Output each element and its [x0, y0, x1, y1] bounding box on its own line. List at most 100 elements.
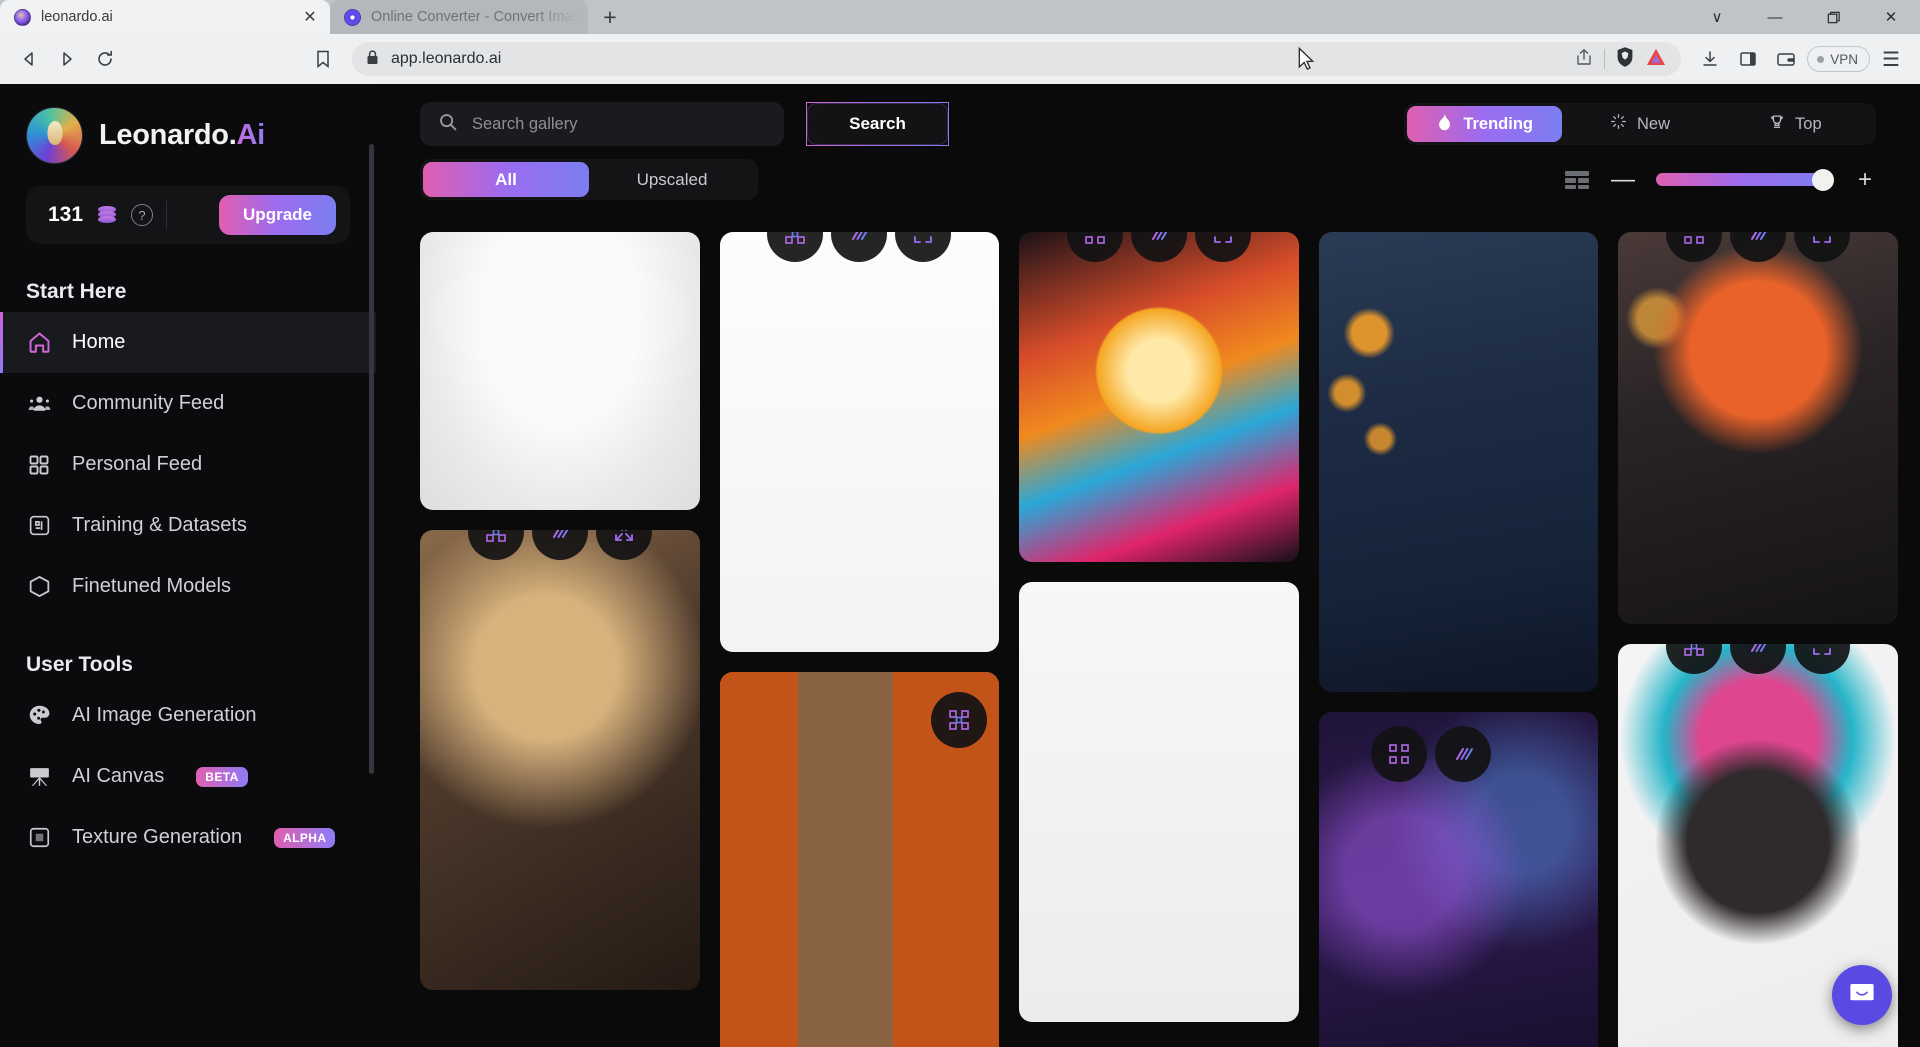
sidebar-item-home[interactable]: Home [0, 312, 376, 373]
leonardo-app: Leonardo.Ai 131 ? Upgrade Start Here Hom… [0, 84, 1920, 1047]
tab-new[interactable]: New [1562, 106, 1717, 142]
close-window-icon[interactable]: ✕ [1862, 0, 1920, 34]
upscale-pixels-icon[interactable] [767, 232, 823, 262]
address-bar[interactable]: app.leonardo.ai [352, 42, 1681, 76]
share-icon[interactable] [1574, 47, 1594, 72]
intercom-chat-button[interactable] [1832, 965, 1892, 1025]
sidebar-item-texture-generation[interactable]: Texture Generation ALPHA [0, 807, 376, 868]
gallery-column [1319, 232, 1599, 1047]
palette-icon [26, 703, 52, 729]
browser-tab-leonardo[interactable]: leonardo.ai ✕ [0, 0, 330, 34]
gallery-card-mystic-purple-forest[interactable] [1319, 712, 1599, 1047]
upscale-pixels-icon[interactable] [468, 530, 524, 560]
gallery-card-colorful-giraffe-sunset[interactable] [1019, 232, 1299, 562]
variations-lines-icon[interactable] [1131, 232, 1187, 262]
wallet-icon[interactable] [1769, 42, 1803, 76]
card-overlay-actions [1067, 232, 1251, 262]
upscale-pixels-icon[interactable] [931, 692, 987, 748]
gallery-card-redhead-cyber-woman[interactable] [1618, 232, 1898, 624]
vpn-button[interactable]: VPN [1807, 46, 1870, 72]
upscale-pixels-icon[interactable] [1371, 726, 1427, 782]
zoom-slider[interactable] [1656, 173, 1832, 186]
expand-arrows-icon[interactable] [1794, 644, 1850, 674]
expand-arrows-icon[interactable] [1794, 232, 1850, 262]
tab-upscaled[interactable]: Upscaled [589, 162, 755, 197]
tab-trending[interactable]: Trending [1407, 106, 1562, 142]
browser-tab-strip: leonardo.ai ✕ Online Converter - Convert… [0, 0, 1920, 34]
tab-label: Trending [1463, 115, 1533, 134]
variations-lines-icon[interactable] [1730, 232, 1786, 262]
card-image [420, 530, 700, 990]
back-arrow-icon[interactable] [12, 42, 46, 76]
gallery-card-chihuahua-in-hoodie[interactable] [1019, 582, 1299, 1022]
upscale-pixels-icon[interactable] [1067, 232, 1123, 262]
gallery-column [1019, 232, 1299, 1047]
browser-menu-icon[interactable]: ☰ [1874, 42, 1908, 76]
sidebar-item-ai-image-generation[interactable]: AI Image Generation [0, 685, 376, 746]
converter-favicon-icon [344, 9, 361, 26]
upscale-pixels-icon[interactable] [1666, 232, 1722, 262]
variations-lines-icon[interactable] [1730, 644, 1786, 674]
sidebar-item-personal-feed[interactable]: Personal Feed [0, 434, 376, 495]
new-tab-button[interactable]: + [594, 2, 626, 32]
brave-rewards-icon[interactable] [1645, 47, 1667, 72]
upscale-pixels-icon[interactable] [1666, 644, 1722, 674]
reload-icon[interactable] [88, 42, 122, 76]
sidebar-item-label: Texture Generation [72, 826, 242, 849]
help-icon[interactable]: ? [131, 204, 153, 226]
zoom-slider-handle[interactable] [1812, 169, 1834, 191]
expand-arrows-icon[interactable] [1195, 232, 1251, 262]
downloads-icon[interactable] [1693, 42, 1727, 76]
sidebar-scrollbar[interactable] [369, 144, 374, 774]
sidebar-item-community-feed[interactable]: Community Feed [0, 373, 376, 434]
close-icon[interactable]: ✕ [300, 7, 320, 27]
tab-top[interactable]: Top [1718, 106, 1873, 142]
search-button[interactable]: Search [806, 102, 949, 146]
status-badge: ALPHA [274, 828, 335, 848]
sidebar-section-user-tools: User Tools [0, 653, 376, 677]
gallery-card-armored-cat-warrior[interactable] [1319, 232, 1599, 692]
upgrade-button[interactable]: Upgrade [219, 195, 336, 235]
expand-arrows-icon[interactable] [895, 232, 951, 262]
sidebar-panel-icon[interactable] [1731, 42, 1765, 76]
tab-all[interactable]: All [423, 162, 589, 197]
card-image [1319, 232, 1599, 692]
search-field-wrapper[interactable] [420, 102, 784, 146]
sidebar-section-start-here: Start Here [0, 280, 376, 304]
divider [166, 201, 167, 229]
gallery-card-cartoon-kitten-sketch[interactable] [420, 232, 700, 510]
browser-window: leonardo.ai ✕ Online Converter - Convert… [0, 0, 1920, 1047]
zoom-in-button[interactable]: + [1854, 169, 1876, 191]
brave-shields-icon[interactable] [1615, 46, 1635, 73]
minimize-icon[interactable]: — [1746, 0, 1804, 34]
sidebar-item-training-datasets[interactable]: Training & Datasets [0, 495, 376, 556]
sidebar-item-ai-canvas[interactable]: AI Canvas BETA [0, 746, 376, 807]
gallery-card-pumpkin-pathway-autumn[interactable] [720, 672, 1000, 1047]
flame-icon [1436, 113, 1453, 136]
gallery-card-halloween-witch-girl-lineart[interactable] [720, 232, 1000, 652]
expand-arrows-icon[interactable] [596, 530, 652, 560]
sparkle-icon [1610, 113, 1627, 135]
sidebar-item-label: Personal Feed [72, 453, 202, 476]
browser-tab-online-converter[interactable]: Online Converter - Convert Image, Vid [330, 0, 588, 34]
gallery-card-egyptian-queen-portrait[interactable] [420, 530, 700, 990]
bookmark-icon[interactable] [306, 42, 340, 76]
search-input[interactable] [472, 115, 766, 134]
masonry-grid-icon[interactable] [1564, 169, 1590, 191]
search-icon [438, 112, 458, 137]
variations-lines-icon[interactable] [532, 530, 588, 560]
variations-lines-icon[interactable] [1435, 726, 1491, 782]
chevron-down-icon[interactable]: ∨ [1688, 0, 1746, 34]
forward-arrow-icon[interactable] [50, 42, 84, 76]
brand-logo-row[interactable]: Leonardo.Ai [0, 106, 376, 164]
card-overlay-actions [931, 692, 987, 748]
gallery-column [420, 232, 700, 1047]
filter-tabs: All Upscaled [420, 159, 758, 200]
gallery-column [1618, 232, 1898, 1047]
zoom-out-button[interactable]: — [1612, 169, 1634, 191]
variations-lines-icon[interactable] [831, 232, 887, 262]
sidebar-item-finetuned-models[interactable]: Finetuned Models [0, 556, 376, 617]
maximize-icon[interactable] [1804, 0, 1862, 34]
gallery-columns [420, 232, 1898, 1047]
training-chip-icon [26, 513, 52, 539]
